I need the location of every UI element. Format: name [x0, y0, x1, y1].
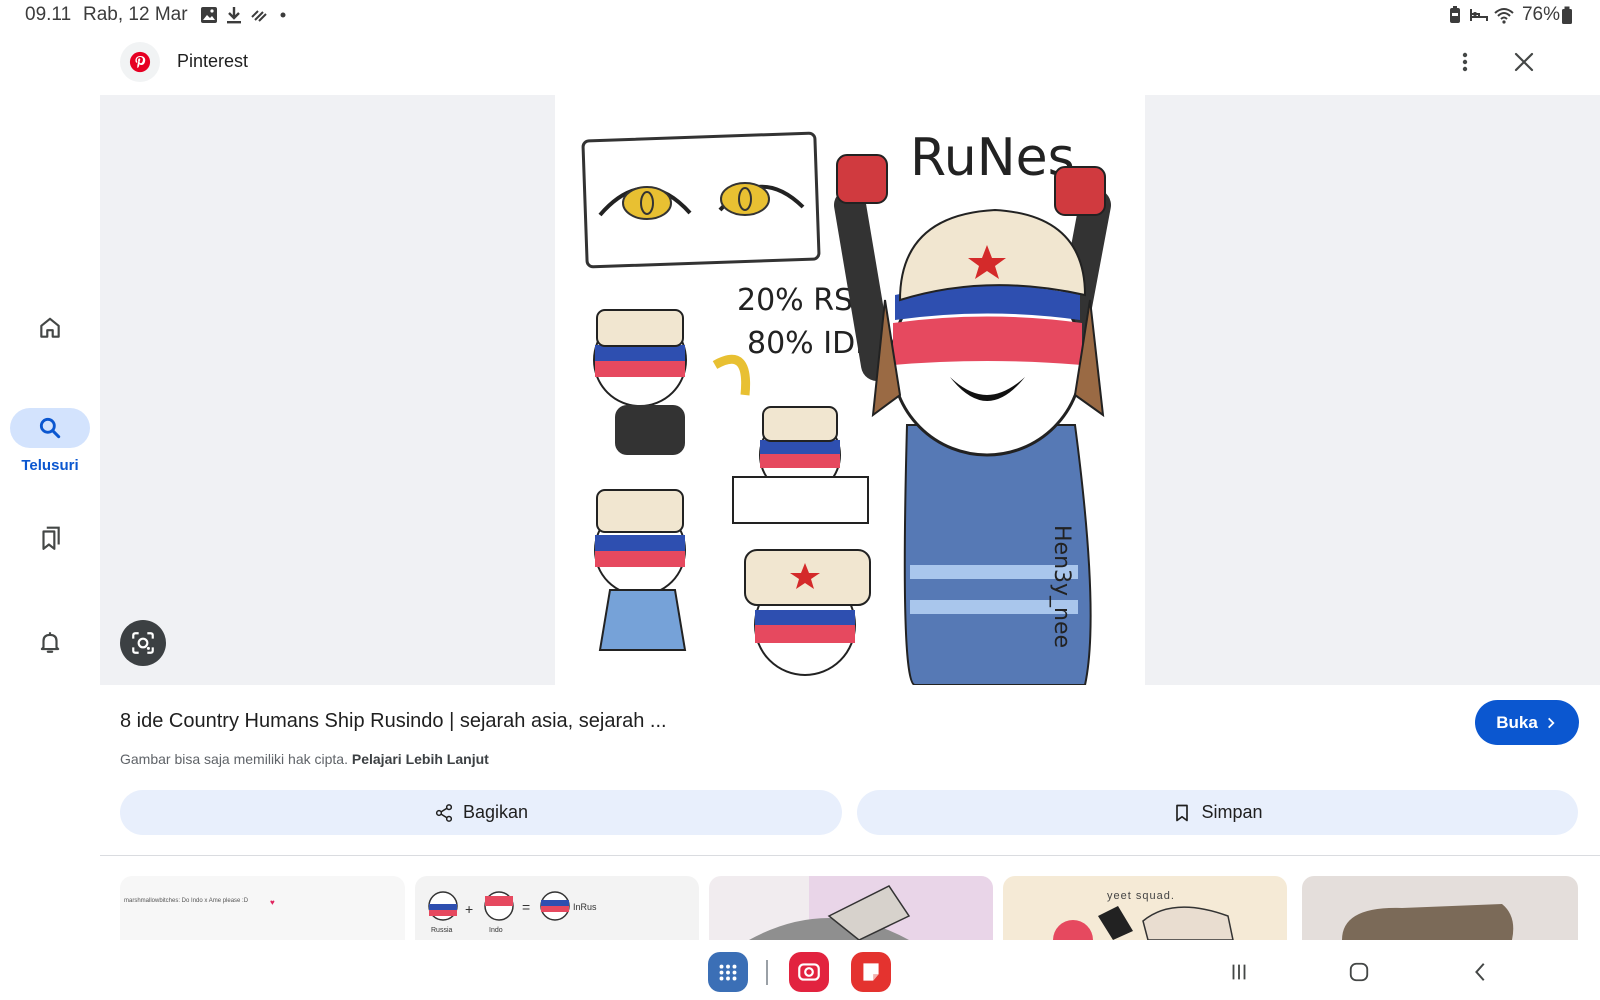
- rail-home-button[interactable]: [10, 308, 90, 348]
- home-icon: [40, 317, 60, 338]
- chevron-right-icon: [1547, 717, 1555, 728]
- close-button[interactable]: [1508, 46, 1540, 78]
- dock-separator: [766, 960, 768, 985]
- thumb-label: Indo: [489, 927, 503, 934]
- related-thumbnail[interactable]: + = Russia Indo InRus: [415, 876, 699, 940]
- share-label: Bagikan: [462, 802, 529, 822]
- source-name[interactable]: Pinterest: [177, 51, 248, 72]
- share-button[interactable]: Bagikan: [120, 790, 842, 835]
- copyright-text: Gambar bisa saja memiliki hak cipta.: [120, 751, 348, 767]
- svg-text:+: +: [465, 901, 473, 917]
- pinterest-icon: [129, 51, 151, 73]
- notes-app[interactable]: [851, 952, 891, 992]
- system-taskbar: [0, 945, 1600, 1000]
- battery-saver-icon: [1450, 6, 1460, 23]
- thumb-illustration: [1342, 904, 1514, 940]
- pinterest-logo[interactable]: [120, 42, 160, 82]
- rail-search-button[interactable]: [10, 408, 90, 448]
- recents-icon: [1232, 964, 1246, 980]
- rail-notifications-button[interactable]: [10, 622, 90, 662]
- download-notification-icon: [227, 7, 241, 24]
- section-divider: [100, 855, 1600, 856]
- home-nav-icon: [1349, 962, 1369, 982]
- related-thumbnail[interactable]: yeet squad.: [1003, 876, 1287, 940]
- artwork-signature: Hen3y_nee: [1049, 525, 1074, 648]
- battery-icon: [1562, 6, 1572, 24]
- open-button[interactable]: Buka: [1475, 700, 1579, 745]
- related-thumbnail[interactable]: marshmallowbitches: Do Indo x Ame please…: [120, 876, 405, 940]
- notifications-icon: [40, 632, 60, 653]
- rail-search-label[interactable]: Telusuri: [0, 457, 100, 474]
- screen-recorder-app[interactable]: [789, 952, 829, 992]
- thumb-label: Russia: [431, 927, 453, 934]
- thumb-illustration: [749, 876, 993, 940]
- search-icon: [39, 417, 61, 439]
- rail-collections-button[interactable]: [10, 518, 90, 558]
- battery-percent: 76%: [1521, 4, 1560, 25]
- navigation-rail: Telusuri: [0, 30, 100, 930]
- svg-text:=: =: [522, 899, 530, 915]
- gallery-notification-icon: [201, 7, 217, 23]
- related-thumbnail[interactable]: [709, 876, 993, 940]
- status-time: 09.11: [25, 4, 72, 25]
- wifi-icon: [1494, 8, 1514, 24]
- collections-icon: [42, 526, 60, 550]
- result-title[interactable]: 8 ide Country Humans Ship Rusindo | seja…: [120, 710, 667, 733]
- artwork-illustration: RuNes 20% RS 80% IDN Hen3y_nee: [581, 128, 1111, 685]
- apps-grid-icon: [719, 964, 737, 981]
- thumb-label: InRus: [573, 902, 597, 912]
- more-vert-icon: [1462, 52, 1468, 72]
- bookmark-icon: [1176, 804, 1189, 821]
- artwork-title-text: RuNes: [910, 128, 1075, 188]
- recent-apps-button[interactable]: [1224, 957, 1254, 987]
- artwork-ratio-1: 20% RS: [737, 283, 853, 318]
- back-button[interactable]: [1466, 957, 1496, 987]
- no-signal-icon: [251, 10, 267, 22]
- home-nav-button[interactable]: [1344, 957, 1374, 987]
- image-preview-area: RuNes 20% RS 80% IDN Hen3y_nee: [100, 95, 1600, 685]
- notes-app-icon: [863, 963, 879, 981]
- status-date: Rab, 12 Mar: [83, 4, 188, 25]
- related-thumbnail[interactable]: [1302, 876, 1578, 940]
- lens-icon: [132, 632, 154, 654]
- save-button[interactable]: Simpan: [857, 790, 1578, 835]
- more-options-button[interactable]: [1449, 46, 1481, 78]
- thumb-caption: marshmallowbitches: Do Indo x Ame please…: [124, 898, 249, 904]
- app-drawer-button[interactable]: [708, 952, 748, 992]
- thumb-illustration: + = Russia Indo InRus: [428, 891, 597, 934]
- share-icon: [435, 803, 453, 822]
- result-image[interactable]: RuNes 20% RS 80% IDN Hen3y_nee: [555, 95, 1145, 685]
- google-lens-button[interactable]: [120, 620, 166, 666]
- thumb-illustration: [1053, 906, 1234, 940]
- sleep-mode-icon: [1470, 9, 1488, 21]
- status-bar: 09.11 Rab, 12 Mar 76%: [0, 0, 1600, 30]
- source-header: Pinterest: [100, 38, 1600, 86]
- learn-more-link[interactable]: Pelajari Lebih Lanjut: [352, 751, 489, 767]
- back-icon: [1475, 963, 1485, 981]
- open-button-label: Buka: [1496, 712, 1538, 732]
- more-notifications-dot-icon: [280, 12, 286, 18]
- copyright-notice: Gambar bisa saja memiliki hak cipta. Pel…: [120, 751, 489, 767]
- save-label: Simpan: [1201, 802, 1263, 822]
- close-icon: [1514, 52, 1534, 72]
- camera-app-icon: [798, 963, 820, 981]
